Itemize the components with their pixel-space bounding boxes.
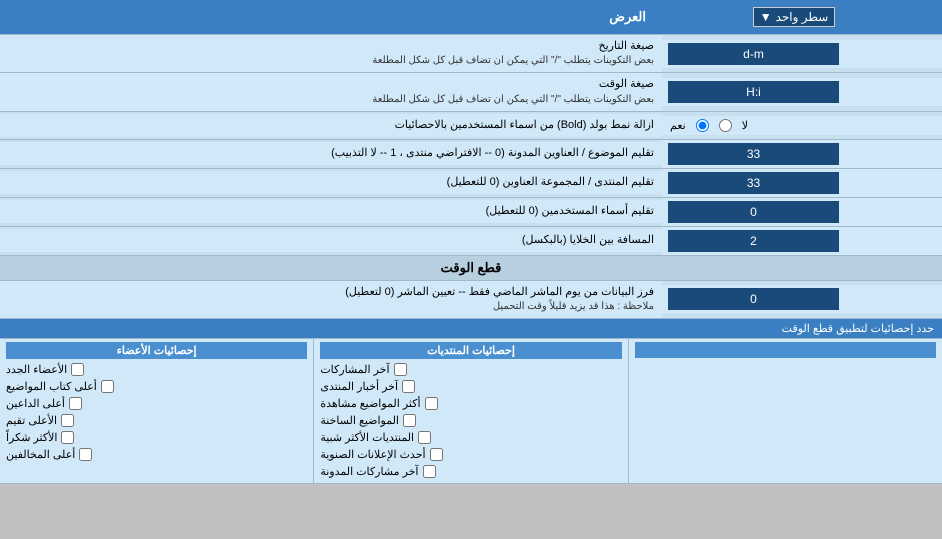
checkbox-last-posts[interactable]: [394, 363, 407, 376]
checkboxes-section-header: حدد إحصائيات لتطبيق قطع الوقت: [0, 319, 942, 339]
section-title: العرض: [8, 9, 654, 25]
radio-no[interactable]: [719, 119, 732, 132]
checkbox-new-members[interactable]: [71, 363, 84, 376]
col1-header: إحصائيات الأعضاء: [6, 342, 307, 359]
display-dropdown[interactable]: سطر واحد ▼: [753, 7, 836, 27]
time-format-sublabel: بعض التكوينات يتطلب "/" التي يمكن ان تضا…: [8, 93, 654, 107]
list-item: الأكثر شكراً: [6, 429, 307, 446]
forum-trim-label: تقليم المنتدى / المجموعة العناوين (0 للت…: [8, 175, 654, 190]
checkbox-top-rated[interactable]: [61, 414, 74, 427]
col3-header: [635, 342, 936, 358]
list-item: الأعلى تقيم: [6, 412, 307, 429]
topic-sort-input[interactable]: [668, 143, 839, 165]
user-trim-input[interactable]: [668, 201, 839, 223]
list-item: آخر المشاركات: [320, 361, 621, 378]
checkbox-top-inviters[interactable]: [69, 397, 82, 410]
cell-space-input[interactable]: [668, 230, 839, 252]
dropdown-label: سطر واحد: [776, 10, 829, 24]
cut-time-input[interactable]: [668, 288, 839, 310]
time-format-input[interactable]: [668, 81, 839, 103]
list-item: أكثر المواضيع مشاهدة: [320, 395, 621, 412]
checkbox-top-topic-writers[interactable]: [101, 380, 114, 393]
checkbox-hot-topics[interactable]: [403, 414, 416, 427]
list-item: أعلى كتاب المواضيع: [6, 378, 307, 395]
date-format-sublabel: بعض التكوينات يتطلب "/" التي يمكن ان تضا…: [8, 54, 654, 68]
radio-yes-label: نعم: [670, 119, 686, 132]
list-item: أعلى المخالفين: [6, 446, 307, 463]
col2-header: إحصائيات المنتديات: [320, 342, 621, 359]
date-format-input[interactable]: [668, 43, 839, 65]
checkbox-most-popular-forums[interactable]: [418, 431, 431, 444]
list-item: المواضيع الساخنة: [320, 412, 621, 429]
radio-yes[interactable]: [696, 119, 709, 132]
list-item: أحدث الإعلانات الصنوية: [320, 446, 621, 463]
cell-space-label: المسافة بين الخلايا (بالبكسل): [8, 233, 654, 248]
bold-remove-label: ازالة نمط بولد (Bold) من اسماء المستخدمي…: [8, 118, 654, 133]
list-item: آخر مشاركات المدونة: [320, 463, 621, 480]
checkbox-most-thanked[interactable]: [61, 431, 74, 444]
cut-time-label: فرز البيانات من يوم الماشر الماضي فقط --…: [8, 285, 654, 300]
topic-sort-label: تقليم الموضوع / العناوين المدونة (0 -- ا…: [8, 146, 654, 161]
forum-trim-input[interactable]: [668, 172, 839, 194]
checkbox-most-viewed[interactable]: [425, 397, 438, 410]
time-format-label: صيغة الوقت: [8, 77, 654, 92]
cut-time-sublabel: ملاحظة : هذا قد يزيد قليلاً وقت التحميل: [8, 300, 654, 314]
list-item: آخر أخبار المنتدى: [320, 378, 621, 395]
checkbox-last-blog-posts[interactable]: [423, 465, 436, 478]
list-item: المنتديات الأكثر شبية: [320, 429, 621, 446]
checkbox-top-violators[interactable]: [79, 448, 92, 461]
checkbox-latest-announcements[interactable]: [430, 448, 443, 461]
date-format-label: صيغة التاريخ: [8, 39, 654, 54]
user-trim-label: تقليم أسماء المستخدمين (0 للتعطيل): [8, 204, 654, 219]
dropdown-arrow-icon: ▼: [760, 10, 772, 24]
checkbox-last-news[interactable]: [402, 380, 415, 393]
list-item: أعلى الداعين: [6, 395, 307, 412]
radio-no-label: لا: [742, 119, 748, 132]
cut-time-header: قطع الوقت: [0, 256, 942, 281]
list-item: الأعضاء الجدد: [6, 361, 307, 378]
